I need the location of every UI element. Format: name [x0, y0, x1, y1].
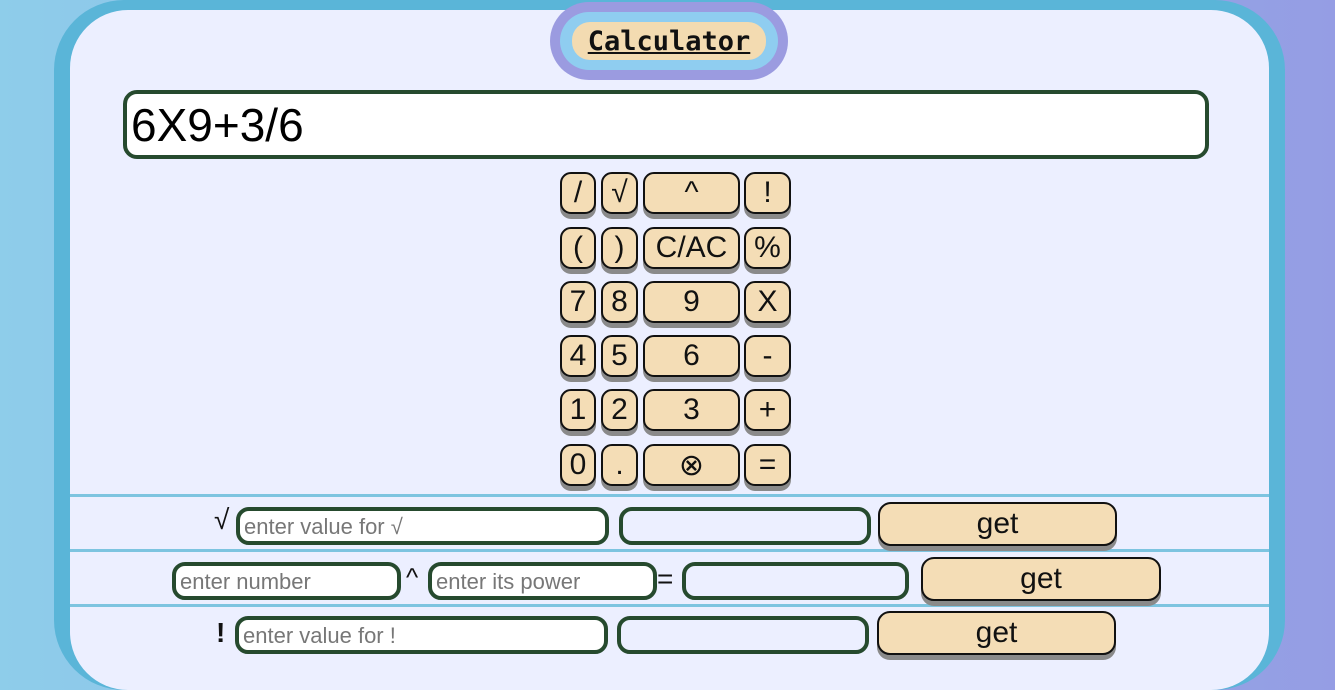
key-equals[interactable]: =	[744, 444, 791, 486]
sqrt-get-button[interactable]: get	[878, 502, 1117, 546]
key-plus[interactable]: +	[744, 389, 791, 431]
sqrt-result-field[interactable]	[619, 507, 871, 545]
factorial-result-field[interactable]	[617, 616, 869, 654]
sqrt-input[interactable]	[236, 507, 609, 545]
key-close-paren[interactable]: )	[601, 227, 638, 269]
key-9[interactable]: 9	[643, 281, 740, 323]
exponent-input[interactable]	[428, 562, 657, 600]
power-get-button[interactable]: get	[921, 557, 1161, 601]
key-multiply[interactable]: X	[744, 281, 791, 323]
factorial-symbol: !	[216, 617, 226, 648]
key-7[interactable]: 7	[560, 281, 596, 323]
key-open-paren[interactable]: (	[560, 227, 596, 269]
key-0[interactable]: 0	[560, 444, 596, 486]
title-badge: Calculator	[572, 22, 766, 60]
key-clear[interactable]: C/AC	[643, 227, 740, 269]
expression-display[interactable]: 6X9+3/6	[123, 90, 1209, 159]
key-factorial[interactable]: !	[744, 172, 791, 214]
key-sqrt[interactable]: √	[601, 172, 638, 214]
row-divider	[70, 549, 1269, 552]
equals-symbol: =	[657, 563, 674, 594]
factorial-get-button[interactable]: get	[877, 611, 1116, 655]
row-divider	[70, 604, 1269, 607]
key-6[interactable]: 6	[643, 335, 740, 377]
caret-symbol: ^	[406, 562, 419, 592]
key-2[interactable]: 2	[601, 389, 638, 431]
key-percent[interactable]: %	[744, 227, 791, 269]
factorial-input[interactable]	[235, 616, 608, 654]
key-backspace[interactable]: ⊗	[643, 444, 740, 486]
key-minus[interactable]: -	[744, 335, 791, 377]
key-8[interactable]: 8	[601, 281, 638, 323]
row-divider	[70, 494, 1269, 497]
key-divide[interactable]: /	[560, 172, 596, 214]
key-1[interactable]: 1	[560, 389, 596, 431]
base-number-input[interactable]	[172, 562, 401, 600]
key-3[interactable]: 3	[643, 389, 740, 431]
key-5[interactable]: 5	[601, 335, 638, 377]
sqrt-symbol: √	[214, 504, 230, 535]
key-4[interactable]: 4	[560, 335, 596, 377]
power-result-field[interactable]	[682, 562, 909, 600]
key-decimal[interactable]: .	[601, 444, 638, 486]
key-power[interactable]: ^	[643, 172, 740, 214]
page-title: Calculator	[587, 25, 751, 57]
